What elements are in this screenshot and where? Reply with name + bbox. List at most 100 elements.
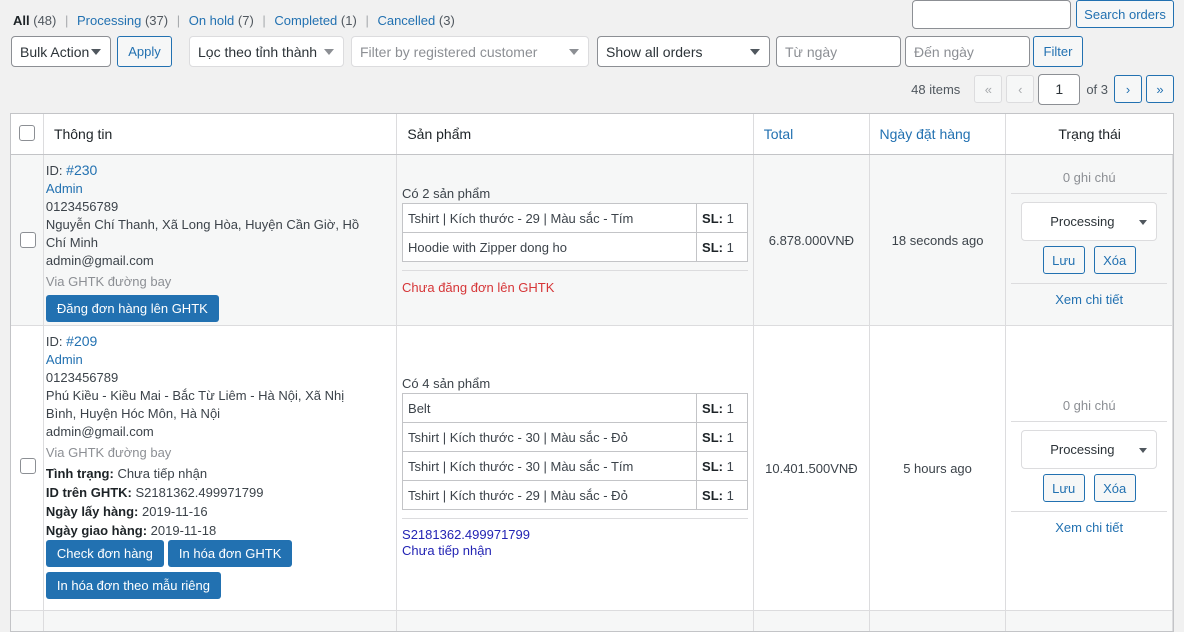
status-select[interactable]: Processing bbox=[1021, 202, 1158, 241]
save-button[interactable]: Lưu bbox=[1042, 474, 1085, 502]
order-id-link[interactable]: #209 bbox=[66, 333, 97, 349]
search-orders-button[interactable]: Search orders bbox=[1076, 0, 1174, 28]
order-date: 18 seconds ago bbox=[870, 155, 1007, 325]
product-qty: 1 bbox=[726, 210, 734, 226]
apply-button[interactable]: Apply bbox=[117, 36, 172, 67]
row-checkbox[interactable] bbox=[20, 232, 36, 248]
select-all-checkbox[interactable] bbox=[19, 125, 35, 141]
current-page-input[interactable]: 1 bbox=[1038, 73, 1081, 105]
qty-label: SL: bbox=[702, 210, 723, 226]
product-qty-cell: SL: 1 bbox=[696, 451, 749, 481]
header-products-label: Sản phẩm bbox=[407, 126, 472, 142]
delete-button[interactable]: Xóa bbox=[1093, 474, 1136, 502]
qty-label: SL: bbox=[702, 487, 723, 503]
status-link-completed[interactable]: Completed bbox=[274, 13, 337, 28]
filter-button[interactable]: Filter bbox=[1033, 36, 1083, 67]
customer-link[interactable]: Admin bbox=[46, 351, 396, 369]
search-input[interactable] bbox=[912, 0, 1071, 29]
shipping-method: Via GHTK đường bay bbox=[45, 274, 172, 289]
order-status-cell: 0 ghi chú Processing Lưu Xóa Xem chi tiế… bbox=[1006, 326, 1173, 610]
order-status-cell: 0 ghi chú Processing Lưu Xóa Xem chi tiế… bbox=[1006, 155, 1173, 325]
print-custom-invoice-button[interactable]: In hóa đơn theo mẫu riêng bbox=[45, 572, 221, 599]
product-qty-cell: SL: 1 bbox=[696, 203, 749, 233]
qty-label: SL: bbox=[702, 239, 723, 255]
status-link-cancelled[interactable]: Cancelled bbox=[377, 13, 435, 28]
qty-label: SL: bbox=[702, 400, 723, 416]
header-total[interactable]: Total bbox=[754, 114, 870, 154]
divider bbox=[1011, 193, 1167, 194]
from-date-input[interactable]: Từ ngày bbox=[776, 36, 901, 67]
table-row: ID: #230 Admin 0123456789 Nguyễn Chí Tha… bbox=[11, 155, 1173, 326]
delete-button[interactable]: Xóa bbox=[1093, 246, 1136, 274]
save-button[interactable]: Lưu bbox=[1042, 246, 1085, 274]
status-select-value: Processing bbox=[1050, 214, 1115, 229]
order-id-label: ID: bbox=[45, 163, 63, 178]
last-page-button[interactable]: » bbox=[1146, 75, 1174, 103]
divider bbox=[1011, 421, 1167, 422]
order-actions: Check đơn hàng In hóa đơn GHTK bbox=[45, 540, 396, 567]
status-link-on-hold[interactable]: On hold bbox=[189, 13, 235, 28]
order-type-label: Show all orders bbox=[606, 43, 703, 60]
customer-filter-select[interactable]: Filter by registered customer bbox=[351, 36, 589, 67]
order-date bbox=[870, 611, 1007, 631]
product-name: Belt bbox=[402, 393, 698, 423]
customer-filter-placeholder: Filter by registered customer bbox=[360, 43, 538, 60]
order-total: 10.401.500VNĐ bbox=[754, 326, 870, 610]
ghtk-detail: Ngày giao hàng: 2019-11-18 bbox=[46, 522, 396, 540]
status-count-on-hold: (7) bbox=[237, 13, 254, 28]
table-row bbox=[11, 611, 1173, 631]
customer-email: admin@gmail.com bbox=[45, 424, 154, 439]
next-page-button[interactable]: › bbox=[1114, 75, 1142, 103]
status-link-all[interactable]: All bbox=[13, 13, 30, 28]
order-notes: 0 ghi chú bbox=[1062, 398, 1116, 413]
header-total-label[interactable]: Total bbox=[764, 126, 794, 142]
ghtk-detail-value: 2019-11-18 bbox=[150, 523, 217, 538]
order-info-cell: ID: #230 Admin 0123456789 Nguyễn Chí Tha… bbox=[44, 155, 398, 325]
bulk-action-select[interactable]: Bulk Action bbox=[11, 36, 111, 67]
status-link-processing[interactable]: Processing bbox=[77, 13, 141, 28]
header-date-label[interactable]: Ngày đặt hàng bbox=[880, 126, 971, 142]
qty-label: SL: bbox=[702, 458, 723, 474]
print-ghtk-invoice-button[interactable]: In hóa đơn GHTK bbox=[167, 540, 293, 567]
product-qty-cell: SL: 1 bbox=[696, 422, 749, 452]
divider bbox=[1011, 511, 1167, 512]
check-order-button[interactable]: Check đơn hàng bbox=[45, 540, 164, 567]
order-type-select[interactable]: Show all orders bbox=[597, 36, 770, 67]
table-header: Thông tin Sản phẩm Total Ngày đặt hàng T… bbox=[11, 114, 1173, 155]
product-qty: 1 bbox=[726, 487, 734, 503]
status-select[interactable]: Processing bbox=[1021, 430, 1158, 469]
ghtk-tracking-code: S2181362.499971799 bbox=[402, 527, 530, 542]
product-table: Tshirt | Kích thước - 29 | Màu sắc - Tím… bbox=[402, 203, 749, 262]
row-checkbox[interactable] bbox=[20, 458, 36, 474]
bulk-action-label: Bulk Action bbox=[20, 43, 90, 60]
header-products: Sản phẩm bbox=[397, 114, 754, 154]
product-name: Hoodie with Zipper dong ho bbox=[402, 232, 698, 262]
province-filter-select[interactable]: Lọc theo tỉnh thành bbox=[189, 36, 344, 67]
divider bbox=[402, 518, 749, 519]
order-info-cell: ID: #209 Admin 0123456789 Phú Kiều - Kiề… bbox=[44, 326, 398, 610]
prev-page-button[interactable]: ‹ bbox=[1006, 75, 1035, 103]
status-actions: Lưu Xóa bbox=[1011, 474, 1167, 502]
customer-email: admin@gmail.com bbox=[45, 253, 154, 268]
product-row: Tshirt | Kích thước - 29 | Màu sắc - Đỏ S… bbox=[402, 480, 749, 510]
order-date-value: 5 hours ago bbox=[903, 460, 972, 476]
header-date[interactable]: Ngày đặt hàng bbox=[870, 114, 1007, 154]
view-details-link[interactable]: Xem chi tiết bbox=[1011, 520, 1167, 535]
order-id-label: ID: bbox=[45, 334, 63, 349]
product-qty: 1 bbox=[726, 400, 734, 416]
view-details-link[interactable]: Xem chi tiết bbox=[1011, 292, 1167, 307]
ghtk-detail-label: ID trên GHTK: bbox=[45, 485, 132, 500]
product-name: Tshirt | Kích thước - 30 | Màu sắc - Tím bbox=[402, 451, 698, 481]
header-status: Trạng thái bbox=[1006, 114, 1173, 154]
first-page-button[interactable]: « bbox=[974, 75, 1003, 103]
post-order-ghtk-button[interactable]: Đăng đơn hàng lên GHTK bbox=[45, 295, 219, 322]
order-date: 5 hours ago bbox=[870, 326, 1007, 610]
product-row: Belt SL: 1 bbox=[402, 393, 749, 423]
customer-link[interactable]: Admin bbox=[46, 180, 396, 198]
order-id-link[interactable]: #230 bbox=[66, 162, 97, 178]
order-products-cell bbox=[397, 611, 754, 631]
to-date-input[interactable]: Đến ngày bbox=[905, 36, 1030, 67]
product-qty: 1 bbox=[726, 239, 734, 255]
status-count-processing: (37) bbox=[144, 13, 169, 28]
ghtk-detail-value: S2181362.499971799 bbox=[135, 485, 264, 500]
